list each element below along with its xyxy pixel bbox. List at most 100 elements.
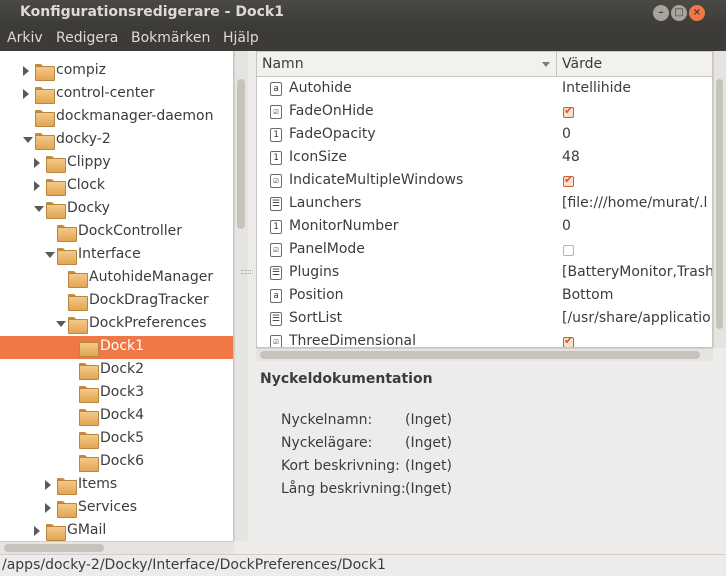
tree-item-label: Clippy	[67, 154, 111, 170]
tree-hscroll-thumb[interactable]	[4, 544, 104, 552]
key-value[interactable]: 0	[562, 126, 712, 142]
expander-collapsed-icon[interactable]	[34, 181, 40, 191]
tree-item[interactable]: Dock4	[0, 405, 233, 428]
key-name: Plugins	[289, 264, 340, 280]
key-value[interactable]: [file:///home/murat/.l	[562, 195, 712, 211]
tree-item-label: Dock1	[100, 338, 145, 354]
tree-item[interactable]: docky-2	[0, 129, 233, 152]
keys-horizontal-scrollbar[interactable]	[256, 348, 713, 361]
keys-scroll-thumb[interactable]	[716, 79, 723, 329]
doc-field-label: Kort beskrivning:	[281, 458, 400, 474]
doc-field-value: (Inget)	[405, 435, 452, 451]
key-row[interactable]: 1 MonitorNumber 0	[257, 216, 712, 239]
expander-collapsed-icon[interactable]	[45, 503, 51, 513]
key-value-checkbox[interactable]	[563, 104, 574, 118]
key-name: IconSize	[289, 149, 348, 165]
sort-arrow-icon	[542, 62, 550, 67]
menu-bokmarken[interactable]: Bokmärken	[131, 30, 210, 46]
key-value-checkbox[interactable]	[563, 334, 574, 347]
tree-item[interactable]: Items	[0, 474, 233, 497]
key-row[interactable]: ☰ SortList [/usr/share/applicatio	[257, 308, 712, 331]
tree-scroll-thumb[interactable]	[237, 79, 245, 229]
key-value[interactable]: [BatteryMonitor,Trash	[562, 264, 712, 280]
key-row[interactable]: a Autohide Intellihide	[257, 78, 712, 101]
key-row[interactable]: 1 IconSize 48	[257, 147, 712, 170]
folder-icon	[46, 156, 66, 173]
key-value[interactable]: [/usr/share/applicatio	[562, 310, 712, 326]
tree-horizontal-scrollbar[interactable]	[0, 541, 234, 554]
column-header-name[interactable]: Namn	[257, 52, 557, 77]
tree-item[interactable]: Dock3	[0, 382, 233, 405]
tree-item[interactable]: Clock	[0, 175, 233, 198]
menu-hjalp[interactable]: Hjälp	[223, 30, 259, 46]
key-name: PanelMode	[289, 241, 365, 257]
key-row[interactable]: ☑ FadeOnHide	[257, 101, 712, 124]
key-value[interactable]: 0	[562, 218, 712, 234]
expander-expanded-icon[interactable]	[34, 206, 44, 212]
minimize-button[interactable]: –	[653, 5, 669, 21]
key-value-checkbox[interactable]	[563, 173, 574, 187]
key-value[interactable]: 48	[562, 149, 712, 165]
folder-icon	[79, 386, 99, 403]
number-type-icon: 1	[270, 151, 282, 165]
tree-item[interactable]: DockDragTracker	[0, 290, 233, 313]
folder-icon	[68, 271, 88, 288]
tree-item[interactable]: compiz	[0, 60, 233, 83]
menu-arkiv[interactable]: Arkiv	[7, 30, 43, 46]
tree-item-label: Dock3	[100, 384, 145, 400]
key-row[interactable]: ☑ ThreeDimensional	[257, 331, 712, 347]
tree-item[interactable]: control-center	[0, 83, 233, 106]
tree-item[interactable]: Dock1	[0, 336, 233, 359]
column-header-value[interactable]: Värde	[557, 52, 712, 77]
expander-collapsed-icon[interactable]	[23, 66, 29, 76]
key-row[interactable]: ☑ IndicateMultipleWindows	[257, 170, 712, 193]
tree-item[interactable]: Clippy	[0, 152, 233, 175]
tree-item[interactable]: Docky	[0, 198, 233, 221]
key-name: Launchers	[289, 195, 362, 211]
key-row[interactable]: ☰ Launchers [file:///home/murat/.l	[257, 193, 712, 216]
key-row[interactable]: ☑ PanelMode	[257, 239, 712, 262]
key-row[interactable]: 1 FadeOpacity 0	[257, 124, 712, 147]
key-name: SortList	[289, 310, 343, 326]
tree-item-label: DockPreferences	[89, 315, 207, 331]
status-bar: /apps/docky-2/Docky/Interface/DockPrefer…	[0, 554, 726, 576]
expander-collapsed-icon[interactable]	[23, 89, 29, 99]
tree-item[interactable]: Dock6	[0, 451, 233, 474]
expander-expanded-icon[interactable]	[23, 137, 33, 143]
key-list[interactable]: Namn Värde a Autohide Intellihide ☑ FadeOnHi…	[256, 51, 713, 348]
tree-vertical-scrollbar[interactable]	[234, 51, 248, 541]
expander-collapsed-icon[interactable]	[45, 480, 51, 490]
key-row[interactable]: a Position Bottom	[257, 285, 712, 308]
key-row[interactable]: ☰ Plugins [BatteryMonitor,Trash	[257, 262, 712, 285]
doc-field-value: (Inget)	[405, 458, 452, 474]
keys-hscroll-thumb[interactable]	[260, 351, 700, 359]
key-name: IndicateMultipleWindows	[289, 172, 464, 188]
tree-item[interactable]: dockmanager-daemon	[0, 106, 233, 129]
menu-redigera[interactable]: Redigera	[56, 30, 118, 46]
expander-collapsed-icon[interactable]	[34, 526, 40, 536]
tree-item[interactable]: Interface	[0, 244, 233, 267]
tree-item[interactable]: Dock2	[0, 359, 233, 382]
key-value[interactable]: Bottom	[562, 287, 712, 303]
folder-icon	[57, 478, 77, 495]
bool-type-icon: ☑	[270, 335, 282, 347]
close-button[interactable]: ×	[689, 5, 705, 21]
key-value[interactable]: Intellihide	[562, 80, 712, 96]
expander-collapsed-icon[interactable]	[34, 158, 40, 168]
key-docs-title: Nyckeldokumentation	[260, 371, 433, 387]
folder-icon	[57, 248, 77, 265]
maximize-button[interactable]: □	[671, 5, 687, 21]
tree-item[interactable]: GMail	[0, 520, 233, 541]
pane-resize-handle[interactable]	[241, 270, 253, 274]
tree-item[interactable]: DockController	[0, 221, 233, 244]
tree-item[interactable]: DockPreferences	[0, 313, 233, 336]
key-value-checkbox[interactable]	[563, 245, 574, 256]
tree-item[interactable]: Services	[0, 497, 233, 520]
expander-expanded-icon[interactable]	[56, 321, 66, 327]
keys-vertical-scrollbar[interactable]	[713, 51, 726, 348]
directory-tree[interactable]: compiz control-center dockmanager-daemon do…	[0, 51, 234, 541]
expander-expanded-icon[interactable]	[45, 252, 55, 258]
tree-item[interactable]: AutohideManager	[0, 267, 233, 290]
tree-item[interactable]: Dock5	[0, 428, 233, 451]
list-type-icon: ☰	[270, 266, 282, 280]
